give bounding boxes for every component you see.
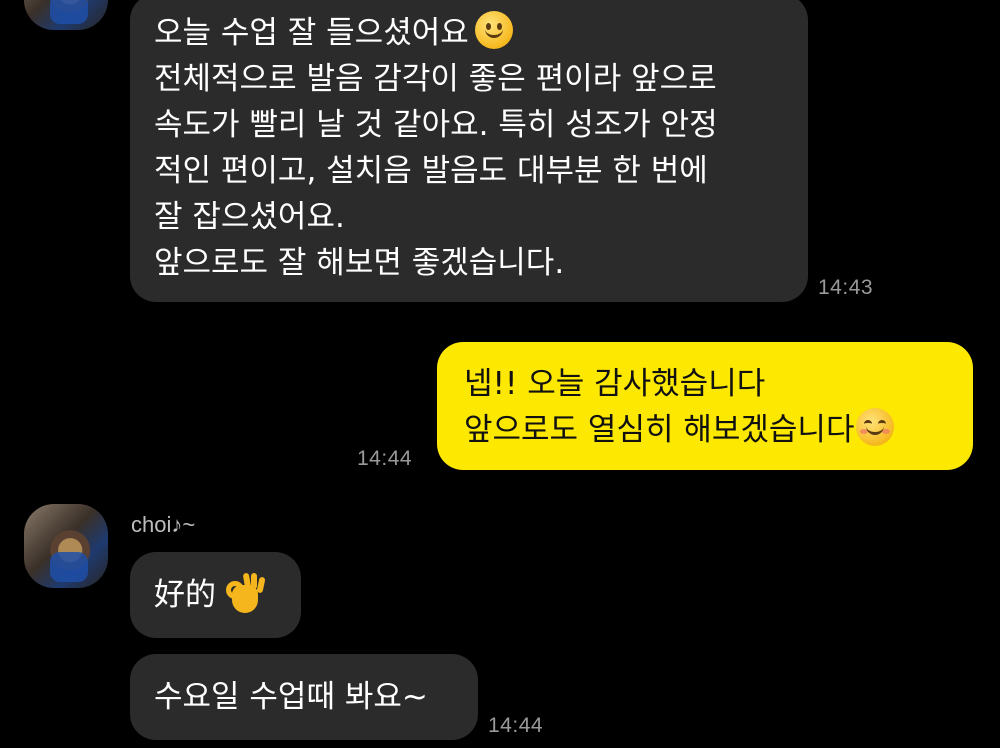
message-timestamp: 14:43 bbox=[818, 276, 874, 299]
message-line: 잘 잡으셨어요. bbox=[154, 199, 345, 235]
message-line: 넵!! 오늘 감사했습니다 bbox=[464, 366, 766, 402]
message-bubble-received[interactable]: 수요일 수업때 봐요~ bbox=[130, 654, 478, 740]
smiling-blush-icon bbox=[856, 408, 895, 446]
avatar[interactable] bbox=[24, 0, 108, 30]
ok-hand-icon bbox=[226, 572, 266, 613]
message-line: 속도가 빨리 날 것 같아요. 특히 성조가 안정 bbox=[154, 107, 718, 143]
sender-name: choi♪~ bbox=[131, 512, 196, 537]
message-line: 앞으로도 열심히 해보겠습니다 bbox=[464, 407, 973, 453]
message-line: 오늘 수업 잘 들으셨어요 bbox=[154, 10, 808, 56]
message-bubble-received[interactable]: 오늘 수업 잘 들으셨어요 전체적으로 발음 감각이 좋은 편이라 앞으로 속도… bbox=[130, 0, 808, 302]
slight-smile-icon bbox=[474, 11, 513, 49]
message-line: 수요일 수업때 봐요~ bbox=[154, 679, 428, 715]
message-line: 好的 bbox=[154, 572, 301, 618]
message-line: 전체적으로 발음 감각이 좋은 편이라 앞으로 bbox=[154, 61, 717, 97]
message-bubble-sent[interactable]: 넵!! 오늘 감사했습니다 앞으로도 열심히 해보겠습니다 bbox=[437, 342, 973, 470]
message-timestamp: 14:44 bbox=[488, 714, 544, 737]
message-bubble-received[interactable]: 好的 bbox=[130, 552, 301, 638]
avatar[interactable] bbox=[24, 504, 108, 588]
message-timestamp: 14:44 bbox=[357, 447, 413, 470]
message-line: 앞으로도 잘 해보면 좋겠습니다. bbox=[154, 245, 565, 281]
message-line: 적인 편이고, 설치음 발음도 대부분 한 번에 bbox=[154, 153, 708, 189]
